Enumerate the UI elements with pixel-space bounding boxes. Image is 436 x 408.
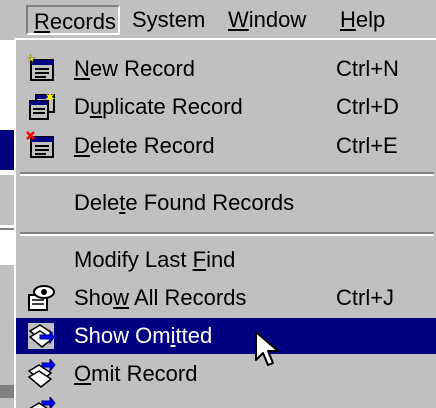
show-omitted-icon (28, 323, 55, 349)
menu-separator (20, 172, 434, 176)
shortcut-label: Ctrl+D (336, 94, 399, 119)
menu-item-label: Delete Record (74, 133, 215, 158)
menu-item-omit-record[interactable]: Omit Record (16, 356, 436, 392)
show-all-records-icon (28, 285, 55, 311)
menu-item-show-omitted[interactable]: Show Omitted (16, 318, 436, 354)
menu-bar: Records System Window Help (0, 0, 436, 40)
duplicate-record-icon (29, 92, 55, 120)
new-record-icon (26, 54, 54, 81)
partial-record-icon (29, 397, 56, 408)
menu-item-label: Duplicate Record (74, 94, 243, 119)
shortcut-label: Ctrl+E (336, 133, 398, 158)
menu-item-show-all-records[interactable]: Show All Records Ctrl+J (16, 280, 436, 316)
delete-record-icon (26, 131, 54, 158)
menu-item-delete-record[interactable]: Delete Record Ctrl+E (16, 128, 436, 164)
shortcut-label: Ctrl+N (336, 56, 399, 81)
menu-item-label: Modify Last Find (74, 247, 236, 272)
menu-item-label: New Record (74, 56, 196, 81)
records-dropdown-menu: New Record Ctrl+N Duplicate Record Ctrl+… (14, 38, 436, 408)
menu-item-label: Show All Records (74, 285, 247, 310)
omit-record-icon (27, 359, 56, 388)
menu-separator (20, 232, 434, 236)
mouse-pointer-icon (255, 331, 279, 366)
menu-item-label: Omit Record (74, 361, 198, 386)
menu-records[interactable]: Records (26, 5, 120, 35)
menu-item-duplicate-record[interactable]: Duplicate Record Ctrl+D (16, 89, 436, 125)
menu-item-label: Show Omitted (74, 323, 213, 348)
menu-item-modify-last-find[interactable]: Modify Last Find (16, 242, 436, 278)
menu-item-delete-found-records[interactable]: Delete Found Records (16, 185, 436, 221)
menu-item-label: Delete Found Records (74, 190, 295, 215)
menu-item-partial[interactable] (16, 394, 436, 408)
menu-help[interactable]: Help (340, 5, 385, 35)
menu-item-new-record[interactable]: New Record Ctrl+N (16, 51, 436, 87)
menu-window[interactable]: Window (228, 5, 306, 35)
shortcut-label: Ctrl+J (336, 285, 395, 310)
menu-system[interactable]: System (132, 5, 205, 35)
